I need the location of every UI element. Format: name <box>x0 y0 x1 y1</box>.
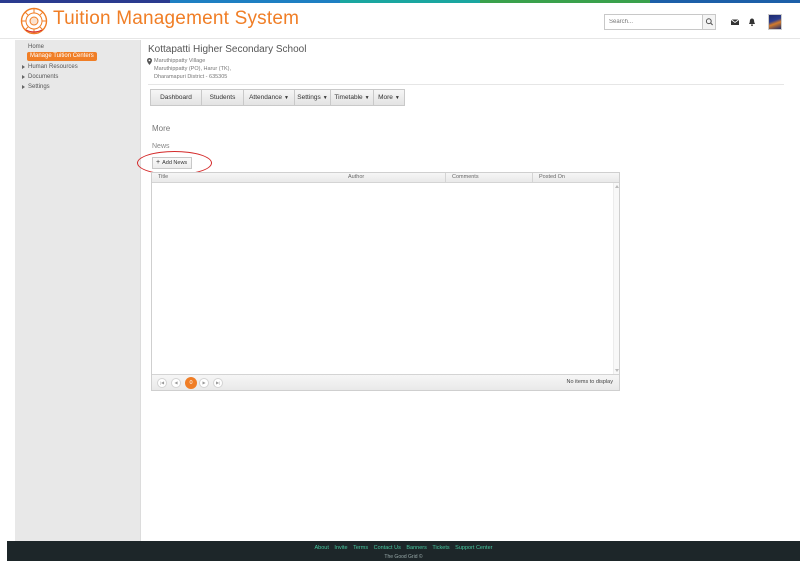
tab-label: Settings <box>297 94 321 101</box>
mail-icon[interactable] <box>730 17 740 27</box>
footer-link-invite[interactable]: Invite <box>334 545 347 551</box>
column-header-posted-on[interactable]: Posted On <box>533 173 619 182</box>
grid-scrollbar[interactable] <box>613 183 619 374</box>
search-box <box>604 14 716 30</box>
grid-pager: |◀ ◀ 0 ▶ ▶| No items to display <box>152 374 619 390</box>
footer-link-tickets[interactable]: Tickets <box>432 545 449 551</box>
search-input[interactable] <box>605 15 703 29</box>
tab-students[interactable]: Students <box>202 90 244 105</box>
user-avatar[interactable] <box>768 14 782 30</box>
address-line-1: Maruthippatty Village <box>154 58 206 64</box>
scroll-up-arrow-icon[interactable] <box>615 185 619 188</box>
tab-bar: Dashboard Students Attendance ▼ Settings ▼… <box>150 89 405 106</box>
app-title: Tuition Management System <box>53 8 300 29</box>
sidebar-item-human-resources[interactable]: Human Resources <box>22 64 78 70</box>
tab-more[interactable]: More ▼ <box>374 90 404 105</box>
dropdown-caret-icon: ▼ <box>364 95 370 101</box>
sun-emblem-logo[interactable] <box>20 7 48 35</box>
tab-label: Dashboard <box>160 94 192 101</box>
first-page-button[interactable]: |◀ <box>157 378 167 388</box>
current-page[interactable]: 0 <box>185 377 197 389</box>
column-header-comments[interactable]: Comments <box>446 173 532 182</box>
news-grid: Title Author Comments Posted On |◀ ◀ 0 ▶… <box>151 172 620 391</box>
sidebar-item-settings[interactable]: Settings <box>22 84 50 90</box>
expand-arrow-icon <box>22 85 25 89</box>
prev-page-button[interactable]: ◀ <box>171 378 181 388</box>
sidebar-item-label: Settings <box>28 84 50 90</box>
expand-arrow-icon <box>22 75 25 79</box>
tab-label: Students <box>209 94 236 101</box>
sidebar: Home Manage Tuition Centers Human Resour… <box>15 40 141 541</box>
scroll-down-arrow-icon[interactable] <box>615 369 619 372</box>
sidebar-item-manage-tuition-centers[interactable]: Manage Tuition Centers <box>27 52 97 61</box>
address-line-2: Maruthippatty (PO), Harur (TK), <box>154 66 232 72</box>
header-divider <box>148 84 784 85</box>
dropdown-caret-icon: ▼ <box>322 95 328 101</box>
copyright: The Good Grid © <box>384 554 423 560</box>
footer-link-contact-us[interactable]: Contact Us <box>374 545 401 551</box>
tab-label: Attendance <box>249 94 282 101</box>
empty-message: No items to display <box>566 379 613 385</box>
footer-link-banners[interactable]: Banners <box>406 545 427 551</box>
dropdown-caret-icon: ▼ <box>283 95 289 101</box>
next-page-button[interactable]: ▶ <box>199 378 209 388</box>
tab-settings[interactable]: Settings ▼ <box>295 90 331 105</box>
footer-link-terms[interactable]: Terms <box>353 545 368 551</box>
address-line-3: Dharamapuri District - 635305 <box>154 74 228 80</box>
tab-dashboard[interactable]: Dashboard <box>151 90 202 105</box>
dropdown-caret-icon: ▼ <box>394 95 400 101</box>
bell-icon[interactable] <box>747 17 757 27</box>
footer-links: About Invite Terms Contact Us Banners Ti… <box>7 545 800 551</box>
sidebar-item-documents[interactable]: Documents <box>22 74 59 80</box>
tab-timetable[interactable]: Timetable ▼ <box>331 90 374 105</box>
search-icon <box>705 18 713 26</box>
search-button[interactable] <box>702 15 715 29</box>
sub-title: News <box>152 143 170 150</box>
tab-label: More <box>378 94 393 101</box>
last-page-button[interactable]: ▶| <box>213 378 223 388</box>
tab-label: Timetable <box>334 94 363 101</box>
column-header-title[interactable]: Title <box>152 173 342 182</box>
map-pin-icon <box>147 58 152 65</box>
sidebar-item-label: Documents <box>28 74 59 80</box>
footer-link-about[interactable]: About <box>315 545 329 551</box>
expand-arrow-icon <box>22 65 25 69</box>
footer-link-support-center[interactable]: Support Center <box>455 545 492 551</box>
app-header: Tuition Management System <box>0 3 800 39</box>
footer: About Invite Terms Contact Us Banners Ti… <box>7 541 800 561</box>
column-header-author[interactable]: Author <box>342 173 446 182</box>
sidebar-item-label: Human Resources <box>28 64 78 70</box>
sidebar-item-home[interactable]: Home <box>28 44 44 50</box>
section-title: More <box>152 124 171 133</box>
tab-attendance[interactable]: Attendance ▼ <box>244 90 295 105</box>
grid-header: Title Author Comments Posted On <box>152 173 619 183</box>
school-name: Kottapatti Higher Secondary School <box>148 44 307 55</box>
